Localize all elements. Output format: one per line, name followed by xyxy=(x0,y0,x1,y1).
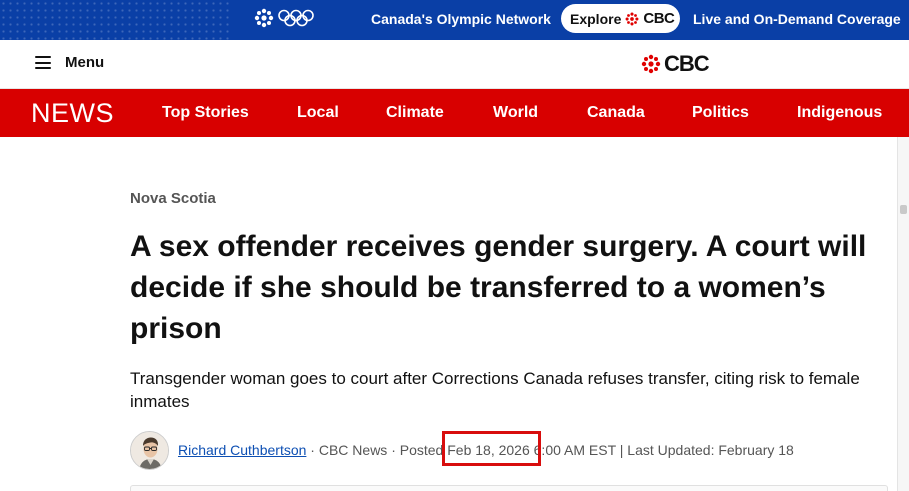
site-header: Menu CBC xyxy=(0,40,909,89)
author-link[interactable]: Richard Cuthbertson xyxy=(178,442,306,458)
olympic-rings-icon xyxy=(278,9,314,27)
nav-item-politics[interactable]: Politics xyxy=(692,104,749,122)
nav-item-world[interactable]: World xyxy=(493,104,538,122)
author-photo-icon xyxy=(131,431,168,469)
nav-item-local[interactable]: Local xyxy=(297,104,339,122)
menu-button[interactable]: Menu xyxy=(35,54,104,71)
news-brand-link[interactable]: NEWS xyxy=(31,98,114,129)
content-card-edge xyxy=(130,485,888,491)
cbc-gem-icon xyxy=(641,54,661,74)
banner-dot-pattern xyxy=(0,0,230,40)
hamburger-icon xyxy=(35,56,51,69)
menu-label: Menu xyxy=(65,54,105,71)
live-coverage-link[interactable]: Live and On-Demand Coverage xyxy=(693,11,901,27)
scrollbar-thumb[interactable] xyxy=(900,205,907,214)
cbc-olympic-logo[interactable] xyxy=(254,8,314,28)
olympic-banner: Canada's Olympic Network Explore CBC Liv… xyxy=(0,0,909,40)
news-navigation: NEWS Top Stories Local Climate World Can… xyxy=(0,89,909,137)
nav-item-canada[interactable]: Canada xyxy=(587,104,645,122)
byline-outlet: · CBC News · Posted xyxy=(306,442,448,458)
explore-label: Explore xyxy=(570,10,622,27)
article-subheadline: Transgender woman goes to court after Co… xyxy=(130,369,860,411)
section-link[interactable]: Nova Scotia xyxy=(130,190,216,207)
avatar[interactable] xyxy=(130,430,169,470)
nav-item-climate[interactable]: Climate xyxy=(386,104,444,122)
olympic-network-text: Canada's Olympic Network xyxy=(371,11,551,27)
cbc-logo[interactable]: CBC xyxy=(641,51,710,77)
cbc-logo-text: CBC xyxy=(664,51,710,76)
posted-time: 6:00 AM EST | Last Updated: February 18 xyxy=(529,442,794,458)
explore-brand: CBC xyxy=(643,10,675,27)
explore-cbc-button[interactable]: Explore CBC xyxy=(561,4,680,33)
cbc-gem-icon xyxy=(254,8,274,28)
page-scrollbar[interactable] xyxy=(897,137,909,491)
nav-item-top-stories[interactable]: Top Stories xyxy=(162,104,249,122)
article-headline: A sex offender receives gender surgery. … xyxy=(130,230,867,345)
nav-item-indigenous[interactable]: Indigenous xyxy=(797,104,882,122)
cbc-gem-icon xyxy=(625,12,639,25)
date-highlight-box xyxy=(442,431,541,466)
